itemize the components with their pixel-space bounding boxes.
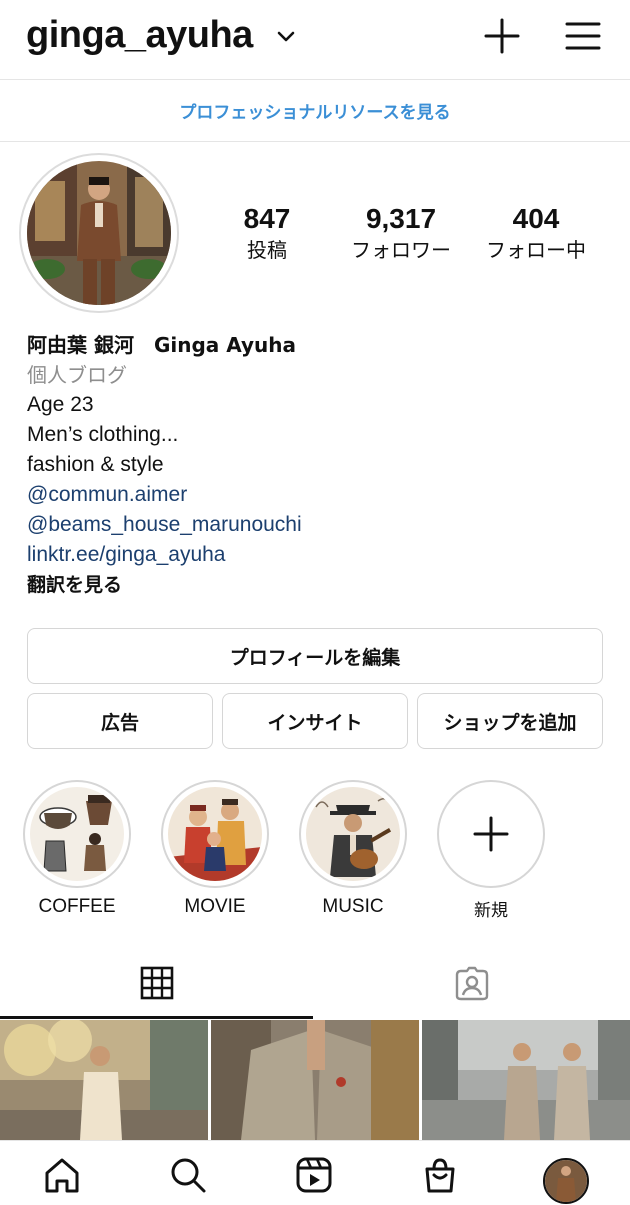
following-label: フォロー中 xyxy=(486,238,586,262)
stat-followers[interactable]: 9,317 フォロワー xyxy=(336,202,466,264)
insights-button[interactable]: インサイト xyxy=(222,693,408,749)
grid-icon[interactable] xyxy=(140,966,174,1000)
bottom-navigation xyxy=(0,1140,630,1205)
profile-avatar[interactable] xyxy=(543,1158,589,1204)
post-thumbnail[interactable] xyxy=(422,1020,630,1140)
highlight-cover xyxy=(23,780,131,888)
post-image xyxy=(0,1020,208,1140)
top-header: ginga_ayuha xyxy=(0,0,630,80)
post-thumbnail[interactable] xyxy=(211,1020,419,1140)
highlight-label: MUSIC xyxy=(322,896,384,917)
bio-website-link[interactable]: linktr.ee/ginga_ayuha xyxy=(27,540,607,570)
highlight-coffee[interactable]: COFFEE xyxy=(23,780,131,918)
bio-line: Men’s clothing... xyxy=(27,423,179,446)
stat-following[interactable]: 404 フォロー中 xyxy=(471,202,601,264)
active-tab-indicator xyxy=(0,1016,313,1019)
post-grid xyxy=(0,1020,630,1140)
stat-posts[interactable]: 847 投稿 xyxy=(202,202,332,264)
highlight-new[interactable]: 新規 xyxy=(437,780,545,921)
professional-resources-link[interactable]: プロフェッショナルリソースを見る xyxy=(0,80,630,142)
tagged-icon[interactable] xyxy=(453,964,491,1002)
following-count: 404 xyxy=(512,203,560,234)
profile-category: 個人ブログ xyxy=(27,363,127,387)
bio-mention-link[interactable]: @beams_house_marunouchi xyxy=(27,510,607,540)
movie-icon xyxy=(168,787,262,881)
professional-resources-label: プロフェッショナルリソースを見る xyxy=(179,103,451,123)
bio-line: Age 23 xyxy=(27,393,94,416)
followers-label: フォロワー xyxy=(351,238,451,262)
display-name: 阿由葉 銀河 Ginga Ayuha xyxy=(27,333,297,357)
profile-tabs xyxy=(0,946,630,1020)
post-thumbnail[interactable] xyxy=(0,1020,208,1140)
profile-avatar[interactable] xyxy=(27,161,171,305)
highlight-cover xyxy=(437,780,545,888)
highlight-music[interactable]: MUSIC xyxy=(299,780,407,918)
see-translation-link[interactable]: 翻訳を見る xyxy=(27,570,607,600)
highlight-label: COFFEE xyxy=(38,896,116,917)
highlight-cover xyxy=(299,780,407,888)
ads-button[interactable]: 広告 xyxy=(27,693,213,749)
highlight-label: 新規 xyxy=(474,901,508,921)
plus-icon xyxy=(473,816,509,852)
avatar-photo xyxy=(545,1160,587,1202)
highlight-label: MOVIE xyxy=(184,896,246,917)
profile-bio: 阿由葉 銀河 Ginga Ayuha 個人ブログ Age 23 Men’s cl… xyxy=(27,330,607,600)
highlight-movie[interactable]: MOVIE xyxy=(161,780,269,918)
highlight-cover xyxy=(161,780,269,888)
account-username[interactable]: ginga_ayuha xyxy=(26,14,253,57)
chevron-down-icon[interactable] xyxy=(276,26,296,46)
plus-icon[interactable] xyxy=(482,16,522,56)
coffee-icon xyxy=(30,787,124,881)
menu-icon[interactable] xyxy=(563,16,603,56)
home-icon[interactable] xyxy=(42,1155,82,1195)
bio-mention-link[interactable]: @commun.aimer xyxy=(27,480,607,510)
post-image xyxy=(211,1020,419,1140)
music-icon xyxy=(306,787,400,881)
bio-line: fashion & style xyxy=(27,453,164,476)
followers-count: 9,317 xyxy=(365,203,437,234)
avatar-photo xyxy=(27,161,171,305)
edit-profile-button[interactable]: プロフィールを編集 xyxy=(27,628,603,684)
search-icon[interactable] xyxy=(168,1155,208,1195)
reels-icon[interactable] xyxy=(294,1155,334,1195)
add-shop-button[interactable]: ショップを追加 xyxy=(417,693,603,749)
posts-label: 投稿 xyxy=(247,238,287,262)
posts-count: 847 xyxy=(243,203,291,234)
post-image xyxy=(422,1020,630,1140)
shop-icon[interactable] xyxy=(420,1155,460,1195)
